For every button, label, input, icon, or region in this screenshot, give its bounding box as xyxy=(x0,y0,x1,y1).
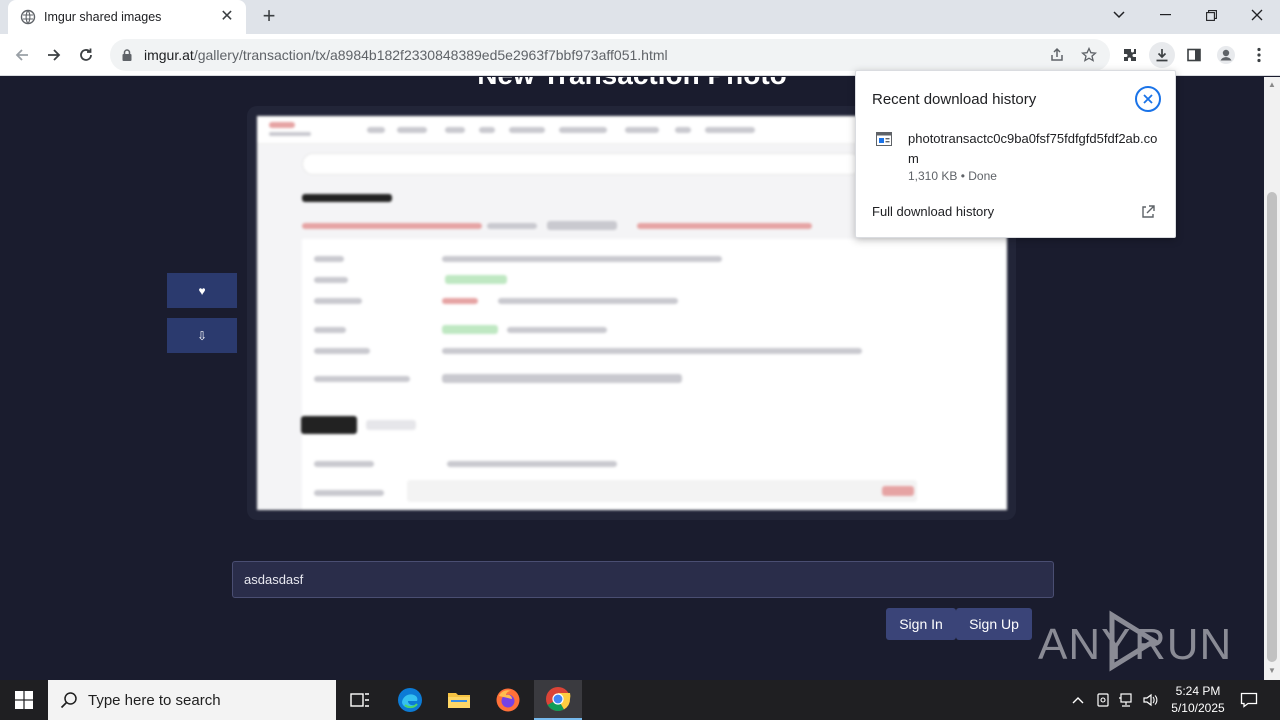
taskbar-search-box[interactable]: Type here to search xyxy=(48,680,336,720)
sign-up-button[interactable]: Sign Up xyxy=(956,608,1032,640)
windows-taskbar: Type here to search 5:24 PM 5/10/2025 xyxy=(0,680,1280,720)
tab-strip: Imgur shared images ✕ + xyxy=(0,0,1280,34)
bookmark-star-icon[interactable] xyxy=(1076,42,1102,68)
file-explorer-taskbar-button[interactable] xyxy=(435,680,483,720)
new-tab-button[interactable]: + xyxy=(258,5,280,28)
windows-logo-icon xyxy=(15,691,33,709)
tab-close-icon[interactable]: ✕ xyxy=(218,8,236,26)
close-icon[interactable] xyxy=(1135,86,1161,112)
taskbar-search-placeholder: Type here to search xyxy=(88,691,221,709)
taskbar-clock[interactable]: 5:24 PM 5/10/2025 xyxy=(1160,683,1236,717)
download-icon[interactable] xyxy=(1149,42,1175,68)
download-image-button[interactable]: ⇩ xyxy=(167,318,237,353)
menu-kebab-icon[interactable] xyxy=(1246,42,1272,68)
notification-center-icon[interactable] xyxy=(1238,690,1260,710)
minimize-button[interactable] xyxy=(1142,0,1188,30)
extensions-icon[interactable] xyxy=(1117,42,1143,68)
like-button[interactable]: ♥ xyxy=(167,273,237,308)
chrome-taskbar-button[interactable] xyxy=(534,680,582,720)
share-icon[interactable] xyxy=(1044,42,1070,68)
scroll-up-arrow-icon[interactable]: ▲ xyxy=(1268,81,1276,89)
browser-tab[interactable]: Imgur shared images ✕ xyxy=(8,0,246,34)
task-view-icon xyxy=(350,693,369,707)
download-status: 1,310 KB • Done xyxy=(908,169,997,183)
start-button[interactable] xyxy=(0,680,48,720)
clock-date: 5/10/2025 xyxy=(1171,701,1225,715)
sign-in-button[interactable]: Sign In xyxy=(886,608,956,640)
scroll-down-arrow-icon[interactable]: ▼ xyxy=(1268,667,1276,675)
address-bar[interactable]: imgur.at/gallery/transaction/tx/a8984b18… xyxy=(110,39,1110,71)
clock-time: 5:24 PM xyxy=(1175,684,1221,698)
tray-chevron-up-icon[interactable] xyxy=(1068,690,1088,710)
full-download-history-link[interactable]: Full download history xyxy=(872,204,994,219)
restore-button[interactable] xyxy=(1188,0,1234,30)
tab-search-icon[interactable] xyxy=(1096,0,1142,30)
comment-input[interactable]: asdasdasf xyxy=(232,561,1054,598)
download-history-popup: Recent download history phototransactc0c… xyxy=(855,70,1176,238)
open-external-icon[interactable] xyxy=(1140,204,1156,220)
page-scrollbar[interactable]: ▲ ▼ xyxy=(1264,77,1280,680)
url-text: imgur.at/gallery/transaction/tx/a8984b18… xyxy=(144,47,668,63)
arrow-right-icon xyxy=(48,49,61,61)
globe-icon xyxy=(20,9,36,25)
arrow-left-icon xyxy=(15,49,28,61)
lock-icon xyxy=(122,49,132,61)
tab-title: Imgur shared images xyxy=(44,10,162,24)
close-window-button[interactable] xyxy=(1234,0,1280,30)
folder-icon xyxy=(448,693,470,708)
anyrun-watermark: ANY RUN xyxy=(1038,609,1232,673)
download-filename[interactable]: phototransactc0c9ba0fsf75fdfgfd5fdf2ab.c… xyxy=(908,129,1163,169)
side-panel-icon[interactable] xyxy=(1181,42,1207,68)
forward-button[interactable] xyxy=(42,43,66,67)
task-view-button[interactable] xyxy=(336,680,384,720)
reload-icon xyxy=(80,48,92,61)
download-popup-title: Recent download history xyxy=(872,91,1037,108)
edge-taskbar-button[interactable] xyxy=(386,680,434,720)
svg-text:RUN: RUN xyxy=(1134,620,1232,669)
file-icon xyxy=(876,132,892,146)
edge-icon xyxy=(398,688,422,712)
reload-button[interactable] xyxy=(74,43,98,67)
profile-avatar-icon[interactable] xyxy=(1213,42,1239,68)
chrome-icon xyxy=(546,687,571,712)
anyrun-logo: ANY RUN xyxy=(1038,610,1232,672)
search-icon xyxy=(60,692,77,709)
scroll-thumb[interactable] xyxy=(1267,192,1277,662)
firefox-taskbar-button[interactable] xyxy=(484,680,532,720)
firefox-icon xyxy=(496,688,520,712)
volume-icon[interactable] xyxy=(1140,690,1160,710)
network-icon[interactable] xyxy=(1116,690,1136,710)
back-button[interactable] xyxy=(10,43,34,67)
tray-device-icon[interactable] xyxy=(1093,690,1113,710)
